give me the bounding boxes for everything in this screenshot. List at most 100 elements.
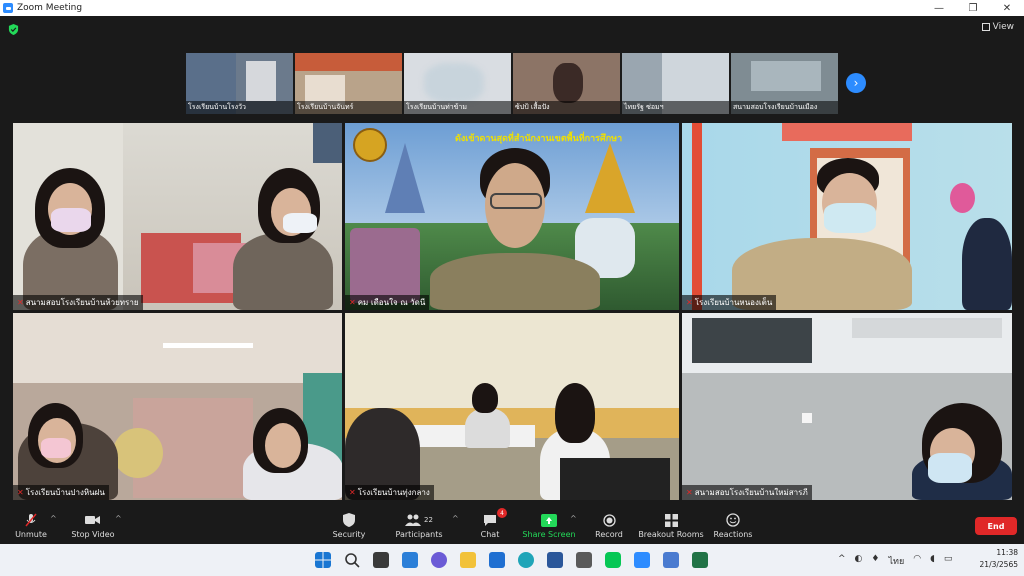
muted-mic-icon: ✕ bbox=[17, 488, 24, 497]
view-button[interactable]: View bbox=[981, 22, 1014, 32]
grid-view-icon bbox=[981, 23, 990, 31]
participants-icon bbox=[405, 514, 422, 526]
record-button[interactable]: Record bbox=[574, 512, 644, 539]
reactions-button[interactable]: Reactions bbox=[698, 512, 768, 539]
window-titlebar: Zoom Meeting — ❐ ✕ bbox=[0, 0, 1024, 16]
next-page-button[interactable]: › bbox=[846, 73, 866, 93]
tile-label: ✕ โรงเรียนบ้านปางหินฝน bbox=[13, 485, 109, 500]
zoom-taskbar-icon[interactable] bbox=[634, 552, 650, 568]
breakout-rooms-label: Breakout Rooms bbox=[638, 530, 704, 539]
participant-thumbnail[interactable]: โรงเรียนบ้านท่าข้าม bbox=[404, 53, 511, 114]
muted-mic-icon: ✕ bbox=[686, 298, 693, 307]
microphone-icon[interactable]: ♦ bbox=[871, 554, 879, 568]
windows-taskbar: ^ ◐ ♦ ไทย ◠ ◖ ▭ 11:38 21/3/2565 bbox=[0, 544, 1024, 576]
muted-mic-icon bbox=[25, 513, 37, 527]
app-icon[interactable] bbox=[576, 552, 592, 568]
clock[interactable]: 11:38 21/3/2565 bbox=[980, 547, 1018, 571]
muted-mic-icon: ✕ bbox=[17, 298, 24, 307]
breakout-rooms-icon bbox=[664, 513, 678, 527]
teams-chat-icon[interactable] bbox=[431, 552, 447, 568]
window-controls: — ❐ ✕ bbox=[922, 0, 1024, 16]
tile-label: ✕ สนามสอบโรงเรียนบ้านใหม่สารภี bbox=[682, 485, 812, 500]
participant-thumbnail[interactable]: สนามสอบโรงเรียนบ้านเมือง bbox=[731, 53, 838, 114]
thumbnail-label: โรงเรียนบ้านโรงวัว bbox=[186, 101, 293, 114]
banner-text: ดังเข้าดานสุดที่สำนักงานเขตพื้นที่การศึก… bbox=[455, 134, 623, 144]
task-view-icon[interactable] bbox=[373, 552, 389, 568]
clock-date: 21/3/2565 bbox=[979, 560, 1018, 569]
shield-icon bbox=[343, 513, 355, 527]
photos-icon[interactable] bbox=[663, 552, 679, 568]
tile-name: สนามสอบโรงเรียนบ้านใหม่สารภี bbox=[694, 488, 808, 497]
chat-unread-badge: 4 bbox=[497, 508, 507, 518]
view-label: View bbox=[992, 22, 1014, 32]
network-icon[interactable]: ◐ bbox=[855, 554, 863, 568]
zoom-logo-icon bbox=[3, 3, 13, 13]
thumbnail-label: โรงเรียนบ้านท่าข้าม bbox=[404, 101, 511, 114]
clock-time: 11:38 bbox=[996, 548, 1018, 557]
security-button[interactable]: Security bbox=[314, 512, 384, 539]
maximize-button[interactable]: ❐ bbox=[956, 0, 990, 16]
muted-mic-icon: ✕ bbox=[349, 298, 356, 307]
record-icon bbox=[602, 513, 616, 527]
breakout-rooms-button[interactable]: Breakout Rooms bbox=[636, 512, 706, 539]
video-tile[interactable]: ✕ โรงเรียนบ้านปางหินฝน bbox=[13, 313, 342, 500]
tile-name: สนามสอบโรงเรียนบ้านห้วยทราย bbox=[25, 298, 139, 307]
volume-icon[interactable]: ◖ bbox=[930, 554, 935, 568]
tile-name: โรงเรียนบ้านหนองเต็น bbox=[694, 298, 773, 307]
video-tile[interactable]: ✕ สนามสอบโรงเรียนบ้านใหม่สารภี bbox=[682, 313, 1012, 500]
thumbnail-label: ไทยรัฐ ซ่อมฯ bbox=[622, 101, 729, 114]
muted-mic-icon: ✕ bbox=[686, 488, 693, 497]
participants-label: Participants bbox=[395, 530, 443, 539]
wifi-icon[interactable]: ◠ bbox=[913, 554, 921, 568]
tile-name: โรงเรียนบ้านทุ่งกลาง bbox=[357, 488, 430, 497]
audio-options-caret[interactable]: ^ bbox=[50, 514, 57, 523]
widgets-icon[interactable] bbox=[402, 552, 418, 568]
meeting-toolbar: Unmute ^ Stop Video ^ Security 22 Partic… bbox=[0, 508, 1024, 544]
language-indicator[interactable]: ไทย bbox=[888, 554, 904, 568]
tile-label: ✕ สนามสอบโรงเรียนบ้านห้วยทราย bbox=[13, 295, 143, 310]
end-meeting-button[interactable]: End bbox=[975, 517, 1017, 535]
participants-button[interactable]: 22 Participants bbox=[384, 512, 454, 539]
thumbnail-label: ซ้ปป้ เสื้อปัง bbox=[513, 101, 620, 114]
tile-name: โรงเรียนบ้านปางหินฝน bbox=[25, 488, 105, 497]
video-camera-icon bbox=[85, 516, 100, 524]
participant-thumbnail[interactable]: ไทยรัฐ ซ่อมฯ bbox=[622, 53, 729, 114]
minimize-button[interactable]: — bbox=[922, 0, 956, 16]
file-explorer-icon[interactable] bbox=[460, 552, 476, 568]
video-tile[interactable]: ✕ โรงเรียนบ้านทุ่งกลาง bbox=[345, 313, 679, 500]
window-title: Zoom Meeting bbox=[17, 3, 83, 13]
thumbnail-strip: โรงเรียนบ้านโรงวัว โรงเรียนบ้านจันทร์ โร… bbox=[186, 53, 838, 114]
share-screen-icon bbox=[541, 513, 557, 527]
record-label: Record bbox=[595, 530, 623, 539]
participant-thumbnail[interactable]: ซ้ปป้ เสื้อปัง bbox=[513, 53, 620, 114]
tile-label: ✕ โรงเรียนบ้านหนองเต็น bbox=[682, 295, 777, 310]
excel-icon[interactable] bbox=[692, 552, 708, 568]
chevron-right-icon: › bbox=[853, 76, 859, 90]
tile-name: คม เดือนใจ ณ วัดนี bbox=[357, 298, 426, 307]
battery-icon[interactable]: ▭ bbox=[944, 554, 953, 568]
participants-count: 22 bbox=[424, 516, 433, 524]
line-app-icon[interactable] bbox=[605, 552, 621, 568]
mail-icon[interactable] bbox=[489, 552, 505, 568]
participant-thumbnail[interactable]: โรงเรียนบ้านโรงวัว bbox=[186, 53, 293, 114]
video-options-caret[interactable]: ^ bbox=[115, 514, 122, 523]
windows-start-icon[interactable] bbox=[315, 552, 331, 568]
stop-video-label: Stop Video bbox=[71, 530, 115, 539]
active-speaker-tile[interactable]: ดังเข้าดานสุดที่สำนักงานเขตพื้นที่การศึก… bbox=[345, 123, 679, 310]
reactions-label: Reactions bbox=[713, 530, 753, 539]
muted-mic-icon: ✕ bbox=[349, 488, 356, 497]
word-icon[interactable] bbox=[547, 552, 563, 568]
close-button[interactable]: ✕ bbox=[990, 0, 1024, 16]
edge-browser-icon[interactable] bbox=[518, 552, 534, 568]
chevron-up-icon[interactable]: ^ bbox=[838, 554, 846, 568]
video-tile[interactable]: ✕ โรงเรียนบ้านหนองเต็น bbox=[682, 123, 1012, 310]
chat-bubble-icon bbox=[484, 514, 496, 526]
thumbnail-label: สนามสอบโรงเรียนบ้านเมือง bbox=[731, 101, 838, 114]
video-tile[interactable]: ✕ สนามสอบโรงเรียนบ้านห้วยทราย bbox=[13, 123, 342, 310]
security-shield-icon[interactable] bbox=[8, 24, 19, 35]
system-tray: ^ ◐ ♦ ไทย ◠ ◖ ▭ bbox=[838, 554, 952, 568]
search-icon[interactable] bbox=[344, 552, 360, 568]
security-label: Security bbox=[332, 530, 366, 539]
participant-thumbnail[interactable]: โรงเรียนบ้านจันทร์ bbox=[295, 53, 402, 114]
meeting-area: View โรงเรียนบ้านโรงวัว โรงเรียนบ้านจันท… bbox=[0, 16, 1024, 508]
